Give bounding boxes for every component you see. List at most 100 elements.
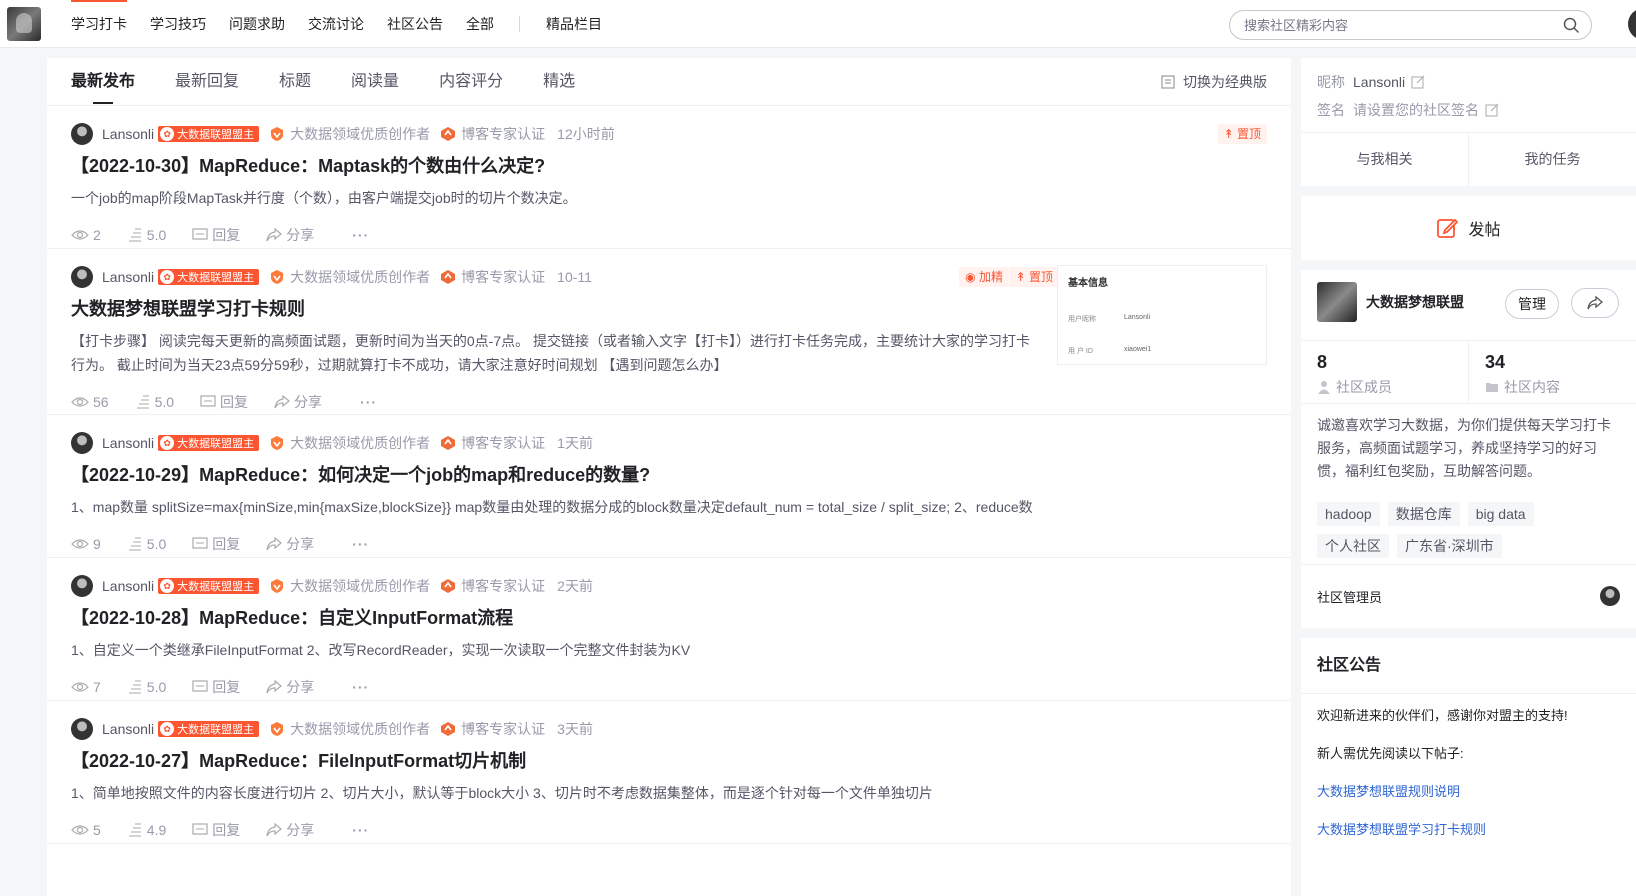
expert-cert-label: 博客专家认证 [461, 578, 546, 594]
contents-stat[interactable]: 34 社区内容 [1469, 341, 1636, 403]
tab-featured[interactable]: 精选 [543, 58, 575, 106]
topnav-featured-columns[interactable]: 精品栏目 [546, 0, 602, 48]
reply-label: 回复 [212, 536, 241, 552]
views-count: 7 [71, 679, 101, 695]
expert-cert-label: 博客专家认证 [461, 126, 546, 142]
thumbnail-label: 用 户 ID [1068, 348, 1093, 355]
share-button[interactable]: 分享 [266, 534, 314, 554]
post-item[interactable]: Lansonli ✿ 大数据联盟盟主 大数据领域优质创作者 博客专家认证 12小时… [47, 106, 1291, 249]
post-title[interactable]: 【2022-10-30】MapReduce：Maptask的个数由什么决定? [71, 153, 1267, 179]
rules-link[interactable]: 大数据梦想联盟规则说明 [1317, 782, 1620, 802]
tag-chip[interactable]: 数据仓库 [1387, 502, 1460, 526]
score-value: 5.0 [146, 536, 167, 552]
more-options-button[interactable]: ··· [360, 394, 377, 410]
topnav-discussion[interactable]: 交流讨论 [308, 0, 364, 48]
expert-cert: 博客专家认证 [440, 267, 545, 287]
leader-badge: ✿ 大数据联盟盟主 [158, 269, 260, 285]
views-count: 9 [71, 536, 101, 552]
tag-chip[interactable]: hadoop [1317, 502, 1380, 526]
share-button[interactable]: 分享 [266, 820, 314, 840]
share-button[interactable]: 分享 [274, 392, 322, 412]
post-excerpt[interactable]: 一个job的map阶段MapTask并行度（个数），由客户端提交job时的切片个… [71, 186, 1267, 210]
topnav-study-tips[interactable]: 学习技巧 [150, 0, 206, 48]
pinned-label: 置顶 [1236, 127, 1261, 141]
user-avatar[interactable] [1628, 8, 1636, 40]
post-excerpt[interactable]: 1、简单地按照文件的内容长度进行切片 2、切片大小，默认等于block大小 3、… [71, 781, 1267, 805]
creator-cert: 大数据领域优质创作者 [269, 576, 430, 596]
new-post-button[interactable]: 发帖 [1436, 216, 1501, 240]
tab-my-tasks[interactable]: 我的任务 [1469, 133, 1636, 186]
tab-score[interactable]: 内容评分 [439, 58, 503, 106]
post-thumbnail[interactable]: 基本信息 用户昵称 Lansonli 用 户 ID xiaowei1 [1057, 265, 1267, 365]
tag-chip[interactable]: 个人社区 [1317, 534, 1389, 558]
more-options-button[interactable]: ··· [352, 679, 369, 695]
author-avatar[interactable] [71, 718, 93, 740]
author-name[interactable]: Lansonli [102, 269, 154, 285]
more-options-button[interactable]: ··· [352, 822, 369, 838]
author-avatar[interactable] [71, 432, 93, 454]
reply-button[interactable]: 回复 [200, 392, 248, 412]
post-item[interactable]: Lansonli ✿ 大数据联盟盟主 大数据领域优质创作者 博客专家认证 10-1… [47, 249, 1291, 415]
author-name[interactable]: Lansonli [102, 721, 154, 737]
author-name[interactable]: Lansonli [102, 435, 154, 451]
tab-views[interactable]: 阅读量 [351, 58, 399, 106]
post-excerpt[interactable]: 【打卡步骤】 阅读完每天更新的高频面试题，更新时间为当天的0点-7点。 提交链接… [71, 329, 1041, 377]
score-icon [128, 680, 141, 694]
share-button[interactable]: 分享 [266, 225, 314, 245]
manage-button[interactable]: 管理 [1505, 289, 1559, 319]
post-excerpt[interactable]: 1、map数量 splitSize=max{minSize,min{maxSiz… [71, 495, 1267, 519]
share-button[interactable]: 分享 [266, 677, 314, 697]
switch-classic-button[interactable]: 切换为经典版 [1161, 72, 1267, 92]
author-name[interactable]: Lansonli [102, 578, 154, 594]
share-icon [266, 537, 283, 551]
reply-button[interactable]: 回复 [192, 820, 240, 840]
tab-latest[interactable]: 最新发布 [71, 58, 135, 106]
tag-chip[interactable]: 广东省·深圳市 [1397, 534, 1502, 558]
topnav-announcements[interactable]: 社区公告 [387, 0, 443, 48]
views-value: 56 [93, 394, 109, 410]
share-label: 分享 [286, 679, 315, 695]
topnav-questions[interactable]: 问题求助 [229, 0, 285, 48]
post-title[interactable]: 【2022-10-27】MapReduce：FileInputFormat切片机… [71, 748, 1267, 774]
community-name[interactable]: 大数据梦想联盟 [1366, 292, 1464, 312]
expert-badge-icon [441, 436, 456, 450]
admin-avatar[interactable] [1600, 586, 1620, 606]
post-title[interactable]: 【2022-10-29】MapReduce：如何决定一个job的map和redu… [71, 462, 1267, 488]
leader-badge: ✿ 大数据联盟盟主 [158, 578, 260, 594]
reply-button[interactable]: 回复 [192, 225, 240, 245]
tag-chip[interactable]: big data [1467, 502, 1534, 526]
members-stat[interactable]: 8 社区成员 [1301, 341, 1469, 403]
post-item[interactable]: Lansonli ✿ 大数据联盟盟主 大数据领域优质创作者 博客专家认证 2天前 … [47, 558, 1291, 701]
post-title[interactable]: 【2022-10-28】MapReduce：自定义InputFormat流程 [71, 605, 1267, 631]
author-avatar[interactable] [71, 266, 93, 288]
author-avatar[interactable] [71, 123, 93, 145]
score-icon [128, 537, 141, 551]
top-navbar: 学习打卡 学习技巧 问题求助 交流讨论 社区公告 全部 精品栏目 [0, 0, 1636, 48]
more-options-button[interactable]: ··· [352, 227, 369, 243]
reply-button[interactable]: 回复 [192, 677, 240, 697]
post-item[interactable]: Lansonli ✿ 大数据联盟盟主 大数据领域优质创作者 博客专家认证 1天前 … [47, 415, 1291, 558]
nickname-row: 昵称 Lansonli [1301, 58, 1636, 92]
topnav-all[interactable]: 全部 [466, 0, 494, 48]
community-avatar[interactable] [1317, 282, 1357, 322]
search-icon[interactable] [1563, 17, 1579, 33]
search-input[interactable] [1244, 17, 1544, 33]
more-options-button[interactable]: ··· [352, 536, 369, 552]
share-community-button[interactable] [1571, 288, 1619, 318]
author-avatar[interactable] [71, 575, 93, 597]
reply-label: 回复 [212, 227, 241, 243]
author-name[interactable]: Lansonli [102, 126, 154, 142]
announcement-title: 社区公告 [1301, 638, 1636, 694]
topnav-study-checkin[interactable]: 学习打卡 [71, 0, 127, 48]
tab-related-to-me[interactable]: 与我相关 [1301, 133, 1469, 186]
reply-button[interactable]: 回复 [192, 534, 240, 554]
edit-icon[interactable] [1485, 103, 1499, 117]
edit-icon[interactable] [1411, 75, 1425, 89]
post-excerpt[interactable]: 1、自定义一个类继承FileInputFormat 2、改写RecordRead… [71, 638, 1267, 662]
tab-latest-reply[interactable]: 最新回复 [175, 58, 239, 106]
post-item[interactable]: Lansonli ✿ 大数据联盟盟主 大数据领域优质创作者 博客专家认证 3天前 … [47, 701, 1291, 844]
tab-title[interactable]: 标题 [279, 58, 311, 106]
site-logo[interactable] [7, 6, 41, 41]
expert-cert: 博客专家认证 [440, 124, 545, 144]
checkin-rules-link[interactable]: 大数据梦想联盟学习打卡规则 [1317, 820, 1620, 840]
